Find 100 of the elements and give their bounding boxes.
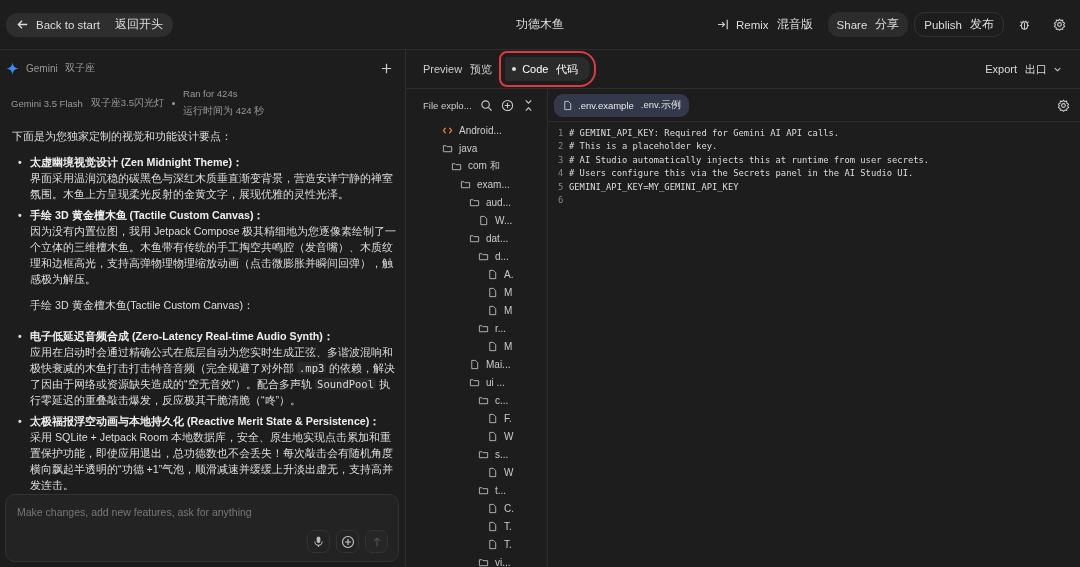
file-icon [478,214,489,226]
tree-item[interactable]: exam... [460,175,547,193]
add-file-icon[interactable] [500,98,514,112]
folder-icon [442,142,453,154]
export-button[interactable]: Export 出口 [979,60,1068,78]
tree-item[interactable]: r... [478,319,547,337]
publish-button[interactable]: Publish 发布 [914,12,1004,37]
bullet-title: 太极福报浮空动画与本地持久化 (Reactive Merit State & Persistence)： [30,414,382,429]
tree-item[interactable]: W [487,463,547,481]
view-tab[interactable]: Preview 预览 [416,57,500,81]
folder-icon [460,178,471,190]
bullet-marker: • [18,155,23,170]
bullet-marker: • [18,329,23,344]
tree-item[interactable]: Mai... [469,355,547,373]
file-icon [487,412,498,424]
bullet-marker: • [18,414,23,429]
plus-circle-icon [340,534,355,549]
back-button[interactable]: Back to start 返回开头 [6,12,173,37]
tree-item[interactable]: vi... [478,553,547,567]
tree-item[interactable]: java [442,139,547,157]
file-icon [487,340,498,352]
tree-item[interactable]: C. [487,499,547,517]
folder-icon [478,250,489,262]
line-number: 2 [558,141,564,152]
sparkle-icon [6,61,19,75]
tree-item[interactable]: Android... [442,121,547,139]
file-icon [562,99,573,111]
plus-icon[interactable] [380,61,393,75]
tree-item[interactable]: t... [478,481,547,499]
search-icon[interactable] [479,98,493,112]
tree-item[interactable]: T. [487,535,547,553]
line-number: 5 [558,181,564,192]
line-number: 3 [558,154,564,165]
code-line: # This is a placeholder key. [569,141,718,152]
chat-title: Gemini [26,62,58,74]
tree-item[interactable]: M [487,301,547,319]
note-text: 手绘 3D 黄金檀木鱼(Tactile Custom Canvas)： [30,298,255,313]
bullet-marker: • [18,208,23,223]
file-icon [487,268,498,280]
line-number: 4 [558,168,564,179]
folder-icon [478,484,489,496]
tree-item[interactable]: T. [487,517,547,535]
microphone-button[interactable] [307,530,330,553]
folder-icon [469,376,480,388]
folder-icon [451,160,462,172]
separator-dot [172,101,176,105]
run-time: Ran for 424s [183,88,239,99]
tree-item[interactable]: aud... [469,193,547,211]
tree-item[interactable]: M [487,283,547,301]
tree-item[interactable]: F. [487,409,547,427]
bullet-title: 电子低延迟音频合成 (Zero-Latency Real-time Audio Synth)： [30,329,335,344]
code-line: # Users configure this via the Secrets panel in the AI Studio UI. [569,168,914,179]
line-number: 6 [558,195,564,206]
file-icon [487,430,498,442]
project-title: 功德木鱼 [516,17,564,32]
code-line: GEMINI_API_KEY=MY_GEMINI_API_KEY [569,181,739,192]
microphone-icon [312,535,325,548]
chat-title-translation: 双子座 [64,61,95,75]
bullet-title: 太虚幽境视觉设计 (Zen Midnight Theme)： [30,155,244,170]
settings-icon[interactable] [1057,98,1070,112]
folder-icon [469,232,480,244]
folder-icon [478,556,489,567]
tree-item[interactable]: W [487,427,547,445]
bullet-text: 应用在启动时会通过精确公式在底层自动为您实时生成正弦、多谐波混响和极快衰减的木鱼打击打击特音音频（完全规避了对外部 .mp3 的依赖，解决了因由于网络或资源缺失造成的“空无音效”）。配合多声轨 SoundPool 执行零延迟的重叠敲击爆发，反应极其干脆清脆（“咚”）。 [30,345,397,408]
tree-item[interactable]: A. [487,265,547,283]
model-name: Gemini 3.5 Flash [11,97,83,109]
folder-icon [478,448,489,460]
file-icon [487,466,498,478]
file-tab[interactable]: .env.example .env.示例 [554,93,689,117]
run-time-translation: 运行时间为 424 秒 [183,105,265,118]
tree-item[interactable]: c... [478,391,547,409]
file-icon [487,304,498,316]
tree-item[interactable]: s... [478,445,547,463]
tree-item[interactable]: com 和 [451,157,547,175]
share-button[interactable]: Share 分享 [827,12,909,37]
bug-icon[interactable] [1018,18,1031,31]
intro-text: 下面是为您独家定制的视觉和功能设计要点： [12,129,233,144]
tree-item[interactable]: ui ... [469,373,547,391]
folder-icon [478,322,489,334]
tree-item[interactable]: dat... [469,229,547,247]
tree-item[interactable]: M [487,337,547,355]
code-line: # GEMINI_API_KEY: Required for Gemini AI API calls. [569,127,840,138]
tree-item[interactable]: d... [478,247,547,265]
bullet-text: 采用 SQLite + Jetpack Room 本地数据库，安全、原生地实现点击累加和重置保护功能，即使应用退出，总功德数也不会丢失！每次敲击会有随机角度横向飘起半透明的“功德 +1”气泡，顺滑减速并缓缓上升淡出虚无，支持高并发连击。 [30,430,395,490]
settings-icon[interactable] [1053,18,1066,31]
file-icon [469,358,480,370]
arrow-left-icon [16,18,29,31]
explorer-title: File explo... [423,99,472,111]
file-icon [487,286,498,298]
bullet-text: 因为没有内置位图，我用 Jetpack Compose 极其精细地为您逐像素绘制了一个立体的三维檀木鱼。木鱼带有传统的手工掏空共鸣腔（发音嘴）、木质纹理和边框高光，支持高弹物理物理缩放动画（点击微膨胀并瞬间回弹），触感极为解压。 [30,224,398,287]
code-line: # AI Studio automatically injects this at runtime from user secrets. [569,154,930,165]
bullet-title: 手绘 3D 黄金檀木鱼 (Tactile Custom Canvas)： [30,208,266,223]
add-button[interactable] [336,530,359,553]
remix-icon [717,18,730,31]
prompt-field[interactable]: Make changes, add new features, ask for anything [15,505,379,519]
folder-icon [478,394,489,406]
file-icon [487,538,498,550]
line-number: 1 [558,127,564,138]
remix-button[interactable]: Remix 混音版 [708,12,822,37]
tree-item[interactable]: W... [478,211,547,229]
